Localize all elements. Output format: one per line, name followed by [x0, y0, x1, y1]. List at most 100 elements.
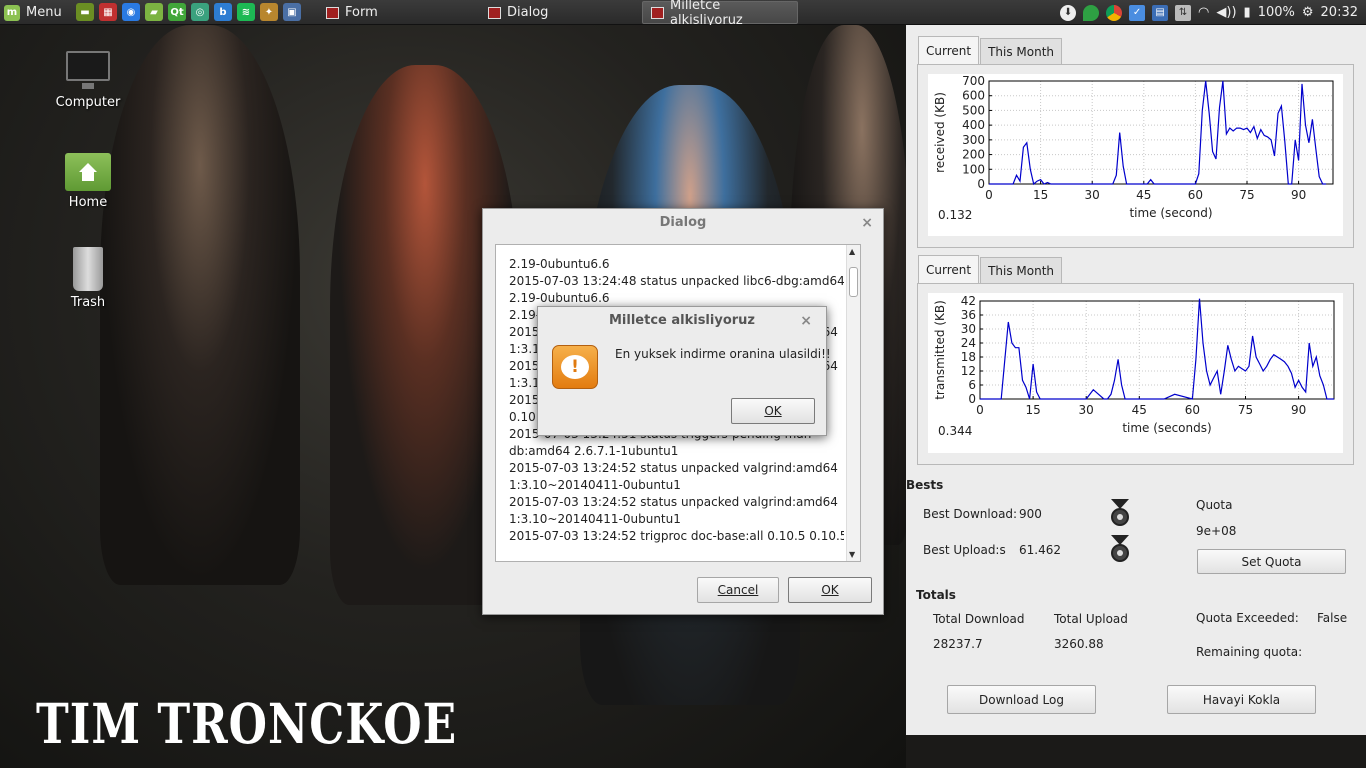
bandwidth-monitor-panel: Current This Month 0 15 30 45 60 75 90 0 100 200 3…	[906, 25, 1366, 735]
log-line: 2.19-0ubuntu6.6	[509, 257, 610, 271]
show-desktop-icon[interactable]: ▬	[76, 3, 94, 21]
tab-label: This Month	[988, 263, 1055, 278]
best-upload-label: Best Upload:s	[923, 543, 1006, 557]
tab-label: Current	[926, 262, 972, 277]
x-tick-label: 60	[1185, 403, 1200, 417]
home-folder-icon	[65, 153, 111, 191]
transmitted-plot-area: 0 15 30 45 60 75 90 0 6 12 18 24 30 36 42 time (seconds…	[928, 293, 1343, 453]
task-dialog[interactable]: Dialog	[480, 1, 636, 24]
alert-close-icon[interactable]: ×	[800, 307, 812, 335]
battery-icon[interactable]: ▮	[1244, 5, 1251, 20]
x-tick-label: 75	[1238, 403, 1253, 417]
download-arrow-icon[interactable]: ⬇	[1060, 4, 1077, 21]
settings-icon[interactable]: ⚙	[1302, 5, 1314, 20]
log-scrollbar[interactable]: ▲ ▼	[846, 245, 860, 561]
y-tick-label: 36	[961, 308, 976, 322]
transmitted-tabs: Current This Month	[918, 255, 1063, 283]
dialog-titlebar[interactable]: Dialog ×	[483, 209, 883, 237]
x-tick-label: 15	[1025, 403, 1040, 417]
bests-heading: Bests	[906, 478, 944, 492]
keyboard-layout-icon[interactable]: ▤	[1152, 4, 1169, 21]
spotify-icon[interactable]: ≋	[237, 3, 255, 21]
network-wired-icon[interactable]: ⇅	[1175, 4, 1192, 21]
qt-icon[interactable]: Qt	[168, 3, 186, 21]
set-quota-button[interactable]: Set Quota	[1197, 549, 1346, 574]
window-app-icon	[651, 6, 664, 19]
log-line: 1:3.10~20140411-0ubuntu1	[509, 512, 681, 526]
cancel-button[interactable]: Cancel	[697, 577, 779, 603]
log-line: 2015-07-03 13:24:52 trigproc doc-base:al…	[509, 529, 844, 543]
scroll-down-arrow-icon[interactable]: ▼	[849, 550, 855, 559]
received-chart: 0 15 30 45 60 75 90 0100200300400500600700 time …	[933, 74, 1334, 220]
total-download-label: Total Download	[933, 612, 1025, 626]
remaining-quota-label: Remaining quota:	[1196, 645, 1303, 659]
x-tick-label: 90	[1291, 188, 1306, 202]
bookmark-icon[interactable]: b	[214, 3, 232, 21]
total-download-value: 28237.7	[933, 637, 983, 651]
volume-icon[interactable]: ◀))	[1216, 5, 1236, 20]
y-tick-label: 18	[961, 350, 976, 364]
alert-ok-button[interactable]: OK	[731, 398, 815, 424]
y-axis-label: received (KB)	[933, 92, 947, 173]
y-tick-label: 600	[962, 89, 985, 103]
log-line: 2015-07-03 13:24:52 status unpacked valg…	[509, 461, 838, 475]
desktop-icon-home[interactable]: Home	[48, 153, 128, 210]
menu-label: Menu	[26, 5, 62, 20]
transmitted-chart: 0 15 30 45 60 75 9006121824303642time (seconds…	[933, 294, 1335, 435]
task-form[interactable]: Form	[318, 1, 474, 24]
desktop-icon-label: Computer	[55, 95, 121, 110]
received-plot-area: 0 15 30 45 60 75 90 0 100 200 300 400 500 600 700 time …	[928, 74, 1343, 236]
tab-transmitted-current[interactable]: Current	[918, 255, 980, 283]
log-line: 2.19-0ubuntu6.6	[509, 291, 610, 305]
task-milletce[interactable]: Milletce alkisliyoruz	[642, 0, 798, 28]
photo-icon[interactable]: ▣	[283, 3, 301, 21]
tools-icon[interactable]: ✦	[260, 3, 278, 21]
chrome-icon[interactable]: ◉	[122, 3, 140, 21]
alert-ok-label: OK	[764, 404, 782, 418]
clock[interactable]: 20:32	[1321, 5, 1358, 20]
app-grid-icon[interactable]: ▦	[99, 3, 117, 21]
x-axis-label: time (second)	[1129, 206, 1212, 220]
download-log-button[interactable]: Download Log	[947, 685, 1096, 714]
log-line: 2015-07-03 13:24:52 status unpacked valg…	[509, 495, 838, 509]
total-upload-label: Total Upload	[1054, 612, 1128, 626]
wallpaper-band-name: TIM TRONCKOE	[36, 693, 458, 757]
y-tick-label: 30	[961, 322, 976, 336]
transmitted-current-value: 0.344	[938, 424, 973, 438]
chat-bubble-icon[interactable]	[1083, 4, 1100, 21]
y-tick-label: 24	[961, 336, 976, 350]
window-app-icon	[326, 6, 339, 19]
quick-launch-bar: ▬ ▦ ◉ ▰ Qt ◎ b ≋ ✦ ▣	[76, 3, 301, 21]
desktop-icon-label: Home	[68, 195, 108, 210]
quota-value: 9e+08	[1196, 524, 1237, 538]
y-tick-label: 400	[962, 118, 985, 132]
chrome-tray-icon[interactable]	[1106, 4, 1123, 21]
menu-button[interactable]: m Menu	[4, 2, 62, 23]
scrollbar-thumb[interactable]	[849, 267, 858, 297]
desktop-icon-computer[interactable]: Computer	[48, 49, 128, 110]
cancel-button-label: Cancel	[717, 583, 759, 597]
desktop-icon-trash[interactable]: Trash	[48, 247, 128, 310]
tab-received-current[interactable]: Current	[918, 36, 980, 64]
y-tick-label: 6	[968, 378, 976, 392]
tab-received-this-month[interactable]: This Month	[980, 38, 1063, 64]
globe-icon[interactable]: ◎	[191, 3, 209, 21]
alert-titlebar[interactable]: Milletce alkisliyoruz ×	[538, 307, 826, 335]
x-tick-label: 0	[976, 403, 984, 417]
mint-logo-icon: m	[4, 4, 20, 21]
shield-update-icon[interactable]: ✓	[1129, 4, 1146, 21]
dialog-close-icon[interactable]: ×	[861, 209, 873, 237]
tab-transmitted-this-month[interactable]: This Month	[980, 257, 1063, 283]
best-download-label: Best Download:	[923, 507, 1018, 521]
x-axis-label: time (seconds)	[1122, 421, 1211, 435]
files-icon[interactable]: ▰	[145, 3, 163, 21]
scroll-up-arrow-icon[interactable]: ▲	[849, 247, 855, 256]
quota-exceeded-value: False	[1317, 611, 1348, 625]
wifi-icon[interactable]: ◠	[1198, 5, 1209, 20]
alert-message: En yuksek indirme oranina ulasildi!!	[615, 347, 831, 361]
x-tick-label: 45	[1132, 403, 1147, 417]
dialog-title: Dialog	[659, 215, 707, 230]
havayi-kokla-button[interactable]: Havayi Kokla	[1167, 685, 1316, 714]
dialog-ok-button[interactable]: OK	[788, 577, 872, 603]
x-tick-label: 45	[1136, 188, 1151, 202]
